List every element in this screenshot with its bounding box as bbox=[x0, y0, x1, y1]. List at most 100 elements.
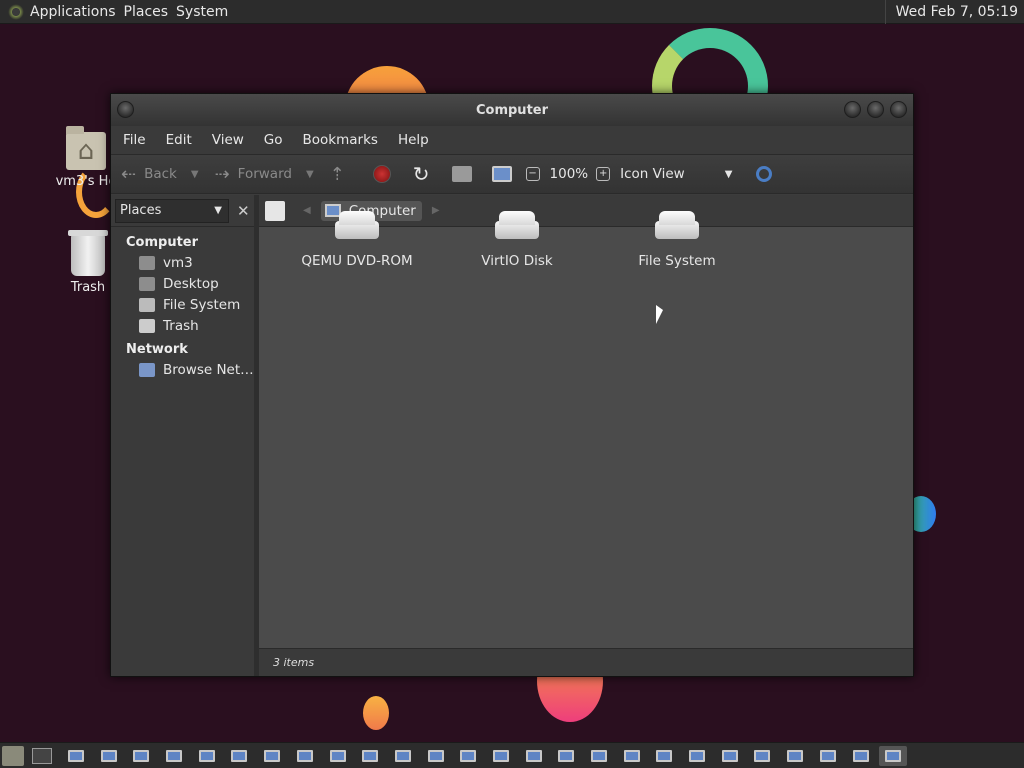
home-button[interactable] bbox=[451, 166, 472, 182]
minimize-button[interactable] bbox=[844, 101, 861, 118]
sidebar-type-label: Places bbox=[120, 203, 162, 218]
computer-icon bbox=[491, 166, 512, 182]
sidebar-type-select[interactable]: Places ▼ bbox=[115, 198, 229, 223]
computer-button[interactable] bbox=[491, 166, 512, 182]
forward-button[interactable]: ⇢ Forward ▼ bbox=[215, 164, 314, 185]
taskbar-window-button[interactable] bbox=[683, 746, 711, 766]
back-button[interactable]: ⇠ Back ▼ bbox=[121, 164, 199, 185]
show-desktop-icon[interactable] bbox=[2, 745, 24, 766]
taskbar-window-button[interactable] bbox=[716, 746, 744, 766]
taskbar-window-button[interactable] bbox=[454, 746, 482, 766]
computer-icon bbox=[198, 749, 215, 762]
zoom-out-button[interactable]: − bbox=[525, 167, 540, 181]
status-text: 3 items bbox=[273, 656, 315, 669]
sidebar-item-browse-network[interactable]: Browse Net… bbox=[111, 357, 254, 378]
computer-icon bbox=[819, 749, 836, 762]
menu-edit[interactable]: Edit bbox=[156, 132, 202, 148]
up-button[interactable]: ⇡ bbox=[330, 164, 353, 185]
sidebar-item-desktop[interactable]: Desktop bbox=[111, 271, 254, 292]
computer-icon bbox=[623, 749, 640, 762]
taskbar-window-button[interactable] bbox=[356, 746, 384, 766]
applications-menu[interactable]: Applications bbox=[30, 4, 124, 20]
hard-disk-icon bbox=[495, 211, 539, 239]
taskbar-window-button[interactable] bbox=[552, 746, 580, 766]
taskbar-window-button[interactable] bbox=[389, 746, 417, 766]
menu-bookmarks[interactable]: Bookmarks bbox=[293, 132, 388, 148]
sidebar-item-file-system[interactable]: File System bbox=[111, 292, 254, 313]
clock[interactable]: Wed Feb 7, 05:19 bbox=[884, 0, 1024, 24]
reload-button[interactable]: ↻ bbox=[413, 162, 438, 186]
distro-logo-icon[interactable] bbox=[8, 3, 24, 20]
taskbar-window-button[interactable] bbox=[127, 746, 155, 766]
taskbar-window-button[interactable] bbox=[291, 746, 319, 766]
maximize-button[interactable] bbox=[867, 101, 884, 118]
taskbar-window-button[interactable] bbox=[814, 746, 842, 766]
taskbar-window-button[interactable] bbox=[62, 746, 90, 766]
search-icon bbox=[756, 166, 773, 182]
computer-icon bbox=[296, 749, 313, 762]
computer-icon bbox=[885, 749, 902, 762]
computer-icon bbox=[264, 749, 281, 762]
computer-icon bbox=[133, 749, 150, 762]
file-system-icon bbox=[139, 298, 155, 312]
back-label: Back bbox=[144, 166, 177, 182]
forward-arrow-icon: ⇢ bbox=[214, 163, 230, 185]
taskbar-window-button[interactable] bbox=[258, 746, 286, 766]
close-sidebar-icon[interactable]: ✕ bbox=[237, 202, 250, 220]
taskbar-window-button[interactable] bbox=[225, 746, 253, 766]
taskbar-window-button[interactable] bbox=[487, 746, 515, 766]
window-content: Places ▼ ✕ Computer vm3 Desktop File Sys… bbox=[111, 195, 913, 676]
computer-icon bbox=[689, 749, 706, 762]
taskbar-window-button[interactable] bbox=[748, 746, 776, 766]
menu-file[interactable]: File bbox=[113, 132, 156, 148]
zoom-level[interactable]: 100% bbox=[550, 166, 589, 182]
file-item-virtio-disk[interactable]: VirtIO Disk bbox=[437, 211, 597, 269]
home-icon bbox=[451, 166, 472, 182]
menu-go[interactable]: Go bbox=[254, 132, 293, 148]
zoom-in-button[interactable]: + bbox=[596, 167, 611, 181]
taskbar-window-button[interactable] bbox=[95, 746, 123, 766]
computer-icon bbox=[721, 749, 738, 762]
stop-icon bbox=[372, 165, 391, 183]
system-menu[interactable]: System bbox=[176, 4, 236, 20]
taskbar-window-button[interactable] bbox=[160, 746, 188, 766]
taskbar-window-button[interactable] bbox=[618, 746, 646, 766]
taskbar-window-button[interactable] bbox=[193, 746, 221, 766]
computer-icon bbox=[460, 749, 477, 762]
taskbar-window-button[interactable] bbox=[422, 746, 450, 766]
up-arrow-icon: ⇡ bbox=[329, 163, 345, 185]
taskbar-window-button[interactable] bbox=[781, 746, 809, 766]
computer-icon bbox=[362, 749, 379, 762]
view-mode-select[interactable]: Icon View ▼ bbox=[620, 166, 732, 182]
close-button[interactable] bbox=[890, 101, 907, 118]
stop-button[interactable] bbox=[372, 165, 391, 183]
places-menu[interactable]: Places bbox=[124, 4, 177, 20]
taskbar-window-button[interactable] bbox=[520, 746, 548, 766]
sidebar-item-vm3[interactable]: vm3 bbox=[111, 250, 254, 271]
taskbar-window-button[interactable] bbox=[847, 746, 875, 766]
file-item-qemu-dvd-rom[interactable]: QEMU DVD-ROM bbox=[277, 211, 437, 269]
forward-history-dropdown-icon[interactable]: ▼ bbox=[306, 169, 314, 180]
file-item-file-system[interactable]: File System bbox=[597, 211, 757, 269]
terminal-icon[interactable] bbox=[32, 747, 52, 764]
sidebar-item-label: Trash bbox=[163, 318, 199, 334]
computer-icon bbox=[329, 749, 346, 762]
wallpaper-shape bbox=[363, 696, 389, 730]
taskbar-window-button[interactable] bbox=[650, 746, 678, 766]
chevron-down-icon: ▼ bbox=[214, 205, 222, 216]
computer-icon bbox=[754, 749, 771, 762]
taskbar-window-button[interactable] bbox=[585, 746, 613, 766]
menubar: File Edit View Go Bookmarks Help bbox=[111, 126, 913, 154]
sidebar-item-trash[interactable]: Trash bbox=[111, 313, 254, 334]
taskbar-window-button[interactable] bbox=[879, 745, 908, 766]
sidebar-item-label: File System bbox=[163, 297, 241, 313]
zoom-out-icon: − bbox=[525, 167, 540, 181]
back-history-dropdown-icon[interactable]: ▼ bbox=[191, 169, 199, 180]
window-menu-button[interactable] bbox=[117, 101, 134, 118]
search-button[interactable] bbox=[756, 166, 773, 182]
menu-view[interactable]: View bbox=[202, 132, 254, 148]
computer-icon bbox=[427, 749, 444, 762]
taskbar-window-button[interactable] bbox=[324, 746, 352, 766]
menu-help[interactable]: Help bbox=[388, 132, 439, 148]
window-titlebar[interactable]: Computer bbox=[111, 94, 913, 126]
